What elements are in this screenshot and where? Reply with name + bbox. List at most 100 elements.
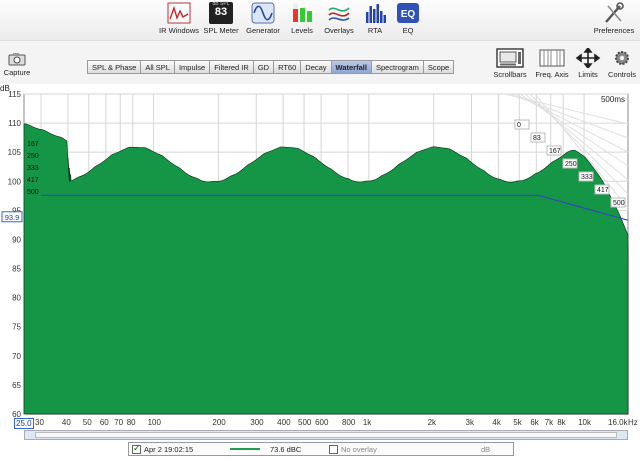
y-tick-label: 90	[12, 235, 21, 244]
overlay-label: No overlay	[341, 444, 377, 454]
x-tick-label: 6k	[530, 418, 539, 427]
x-tick-label: 5k	[513, 418, 522, 427]
scrollbar-thumb[interactable]	[35, 432, 617, 438]
x-tick-label: 600	[315, 418, 329, 427]
tab-spectrogram[interactable]: Spectrogram	[371, 61, 424, 73]
eq-label: EQ	[402, 26, 414, 35]
x-tick-label: 16.0k	[608, 418, 628, 427]
levels-icon	[293, 4, 312, 22]
eq-button[interactable]: EQ EQ	[385, 2, 431, 38]
slice-label-right: 250	[565, 161, 577, 168]
spl-meter-label: SPL Meter	[203, 26, 239, 35]
slice-label-right: 417	[597, 187, 609, 194]
measurement-level: 73.6 dBC	[270, 444, 302, 454]
slice-label-left: 250	[27, 153, 39, 160]
x-tick-label: 80	[126, 418, 136, 427]
trace-swatch	[230, 448, 260, 450]
slice-label-right: 167	[549, 148, 561, 155]
y-marker-label: 93.9	[5, 213, 20, 222]
overlays-icon	[328, 7, 350, 21]
x-tick-label: 500	[298, 418, 312, 427]
preferences-label: Preferences	[593, 26, 635, 35]
measurement-checkbox[interactable]	[132, 443, 141, 454]
waterfall-plot[interactable]: 115110105100959085807570656093.9500ms167…	[0, 84, 640, 430]
x-tick-label: 8k	[557, 418, 566, 427]
x-tick-label: Hz	[628, 418, 638, 427]
tab-waterfall[interactable]: Waterfall	[331, 61, 372, 73]
ir-windows-button[interactable]: IR Windows	[156, 2, 202, 38]
y-tick-label: 75	[12, 323, 21, 332]
y-tick-label: 110	[8, 119, 21, 128]
slice-label-left: 500	[27, 189, 39, 196]
slice-label-left: 333	[27, 165, 39, 172]
x-tick-label: 70	[114, 418, 124, 427]
freq-axis-icon	[539, 49, 565, 67]
top-toolbar: IR Windows dB SPL 83 SPL Meter Generator…	[0, 0, 640, 40]
x-tick-label: 200	[212, 418, 226, 427]
tab-decay[interactable]: Decay	[301, 61, 332, 73]
spl-meter-value: 83	[214, 6, 228, 18]
y-tick-label: 80	[12, 294, 21, 303]
x-tick-label: 30	[35, 418, 44, 427]
tab-gd[interactable]: GD	[253, 61, 275, 73]
measurement-legend: Apr 2 19:02:15 73.6 dBC No overlay dB	[128, 442, 514, 456]
measurement-name: Apr 2 19:02:15	[144, 444, 194, 454]
legend-unit: dB	[481, 444, 491, 454]
tab-rt60[interactable]: RT60	[274, 61, 302, 73]
slice-label-right: 83	[533, 135, 541, 142]
capture-button[interactable]: Capture	[2, 52, 32, 77]
x-tick-label: 300	[250, 418, 264, 427]
x-tick-label: 60	[99, 418, 109, 427]
spl-meter-icon: dB SPL 83	[209, 2, 233, 24]
x-tick-label: 2k	[427, 418, 437, 427]
x-tick-label: 7k	[544, 418, 554, 427]
x-tick-label: 40	[61, 418, 71, 427]
y-tick-label: 105	[8, 148, 22, 157]
generator-icon	[251, 2, 275, 24]
tab-filtered-ir[interactable]: Filtered IR	[210, 61, 254, 73]
eq-icon: EQ	[397, 3, 419, 23]
slice-label-right: 0	[517, 122, 521, 129]
controls-button[interactable]: Controls	[600, 48, 640, 79]
controls-label: Controls	[608, 70, 636, 79]
slice-label-right: 500	[613, 200, 625, 207]
y-tick-label: 70	[12, 352, 21, 361]
y-tick-label: 85	[12, 265, 21, 274]
gear-icon	[615, 51, 629, 65]
wrench-screwdriver-icon	[605, 2, 624, 23]
limits-arrows-icon	[575, 48, 601, 68]
slice-label-left: 417	[27, 177, 39, 184]
x-tick-label: 100	[147, 418, 161, 427]
spl-meter-button[interactable]: dB SPL 83 SPL Meter	[198, 2, 244, 38]
x-tick-label: 4k	[492, 418, 501, 427]
slice-label-right: 333	[581, 174, 593, 181]
x-tick-label: 10k	[578, 418, 591, 427]
capture-label: Capture	[3, 68, 31, 77]
tab-all-spl[interactable]: All SPL	[141, 61, 175, 73]
horizontal-scrollbar[interactable]	[24, 430, 628, 440]
time-range-label: 500ms	[601, 95, 625, 104]
svg-text:EQ: EQ	[401, 9, 416, 20]
scrollbars-icon	[496, 48, 524, 68]
x-tick-label: 3k	[465, 418, 474, 427]
x-tick-label: 800	[341, 418, 356, 427]
ir-windows-label: IR Windows	[158, 26, 199, 35]
x-tick-label: 50	[82, 418, 92, 427]
scrollbars-button[interactable]: Scrollbars	[488, 48, 532, 79]
graph-tab-bar: SPL & Phase All SPL Impulse Filtered IR …	[87, 60, 455, 74]
y-tick-label: 115	[8, 90, 21, 99]
ir-windows-icon	[167, 2, 191, 24]
preferences-button[interactable]: Preferences	[590, 2, 638, 38]
x-tick-label: 25.0	[14, 418, 34, 429]
x-tick-label: 400	[277, 418, 291, 427]
camera-icon	[8, 53, 26, 66]
tab-spl-phase[interactable]: SPL & Phase	[88, 61, 142, 73]
x-tick-label: 1k	[362, 418, 372, 427]
overlay-checkbox[interactable]	[329, 444, 338, 454]
tab-scope[interactable]: Scope	[423, 61, 454, 73]
slice-label-left: 167	[27, 141, 39, 148]
y-tick-label: 65	[12, 381, 21, 390]
tab-impulse[interactable]: Impulse	[174, 61, 211, 73]
y-tick-label: 100	[8, 177, 22, 186]
scrollbars-label: Scrollbars	[493, 70, 527, 79]
